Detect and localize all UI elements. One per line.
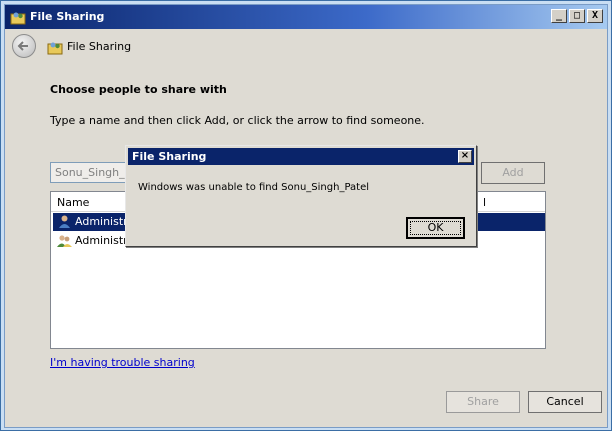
page-heading: Choose people to share with xyxy=(50,83,227,96)
focus-rectangle xyxy=(410,221,461,235)
footer-bar: Share Cancel xyxy=(9,383,605,427)
dialog-title: File Sharing xyxy=(132,150,207,163)
dialog-message: Windows was unable to find Sonu_Singh_Pa… xyxy=(138,182,370,193)
dialog-close-button[interactable]: × xyxy=(458,150,472,163)
users-share-icon xyxy=(47,42,63,55)
back-button[interactable] xyxy=(12,34,36,58)
window-titlebar[interactable]: File Sharing _ □ X xyxy=(5,5,607,29)
users-share-icon xyxy=(10,12,26,25)
add-button[interactable]: Add xyxy=(481,162,545,184)
instructions-text: Type a name and then click Add, or click… xyxy=(50,114,425,127)
nav-title: File Sharing xyxy=(67,40,132,53)
cancel-button[interactable]: Cancel xyxy=(528,391,602,413)
close-button[interactable]: X xyxy=(587,9,603,23)
back-arrow-icon xyxy=(17,41,28,51)
window-title: File Sharing xyxy=(30,10,105,23)
share-button[interactable]: Share xyxy=(446,391,520,413)
maximize-button[interactable]: □ xyxy=(569,9,585,23)
ok-button[interactable]: OK xyxy=(406,217,465,239)
group-icon xyxy=(57,235,72,247)
navigation-bar: File Sharing xyxy=(5,29,607,63)
user-icon xyxy=(59,215,70,228)
share-button-label: Share xyxy=(467,395,499,408)
column-header-level[interactable]: l xyxy=(483,196,486,209)
trouble-sharing-link[interactable]: I'm having trouble sharing xyxy=(50,356,195,369)
column-header-name[interactable]: Name xyxy=(57,196,89,209)
error-dialog: File Sharing × Windows was unable to fin… xyxy=(125,145,477,247)
minimize-button[interactable]: _ xyxy=(551,9,567,23)
dialog-titlebar[interactable]: File Sharing × xyxy=(128,148,474,165)
